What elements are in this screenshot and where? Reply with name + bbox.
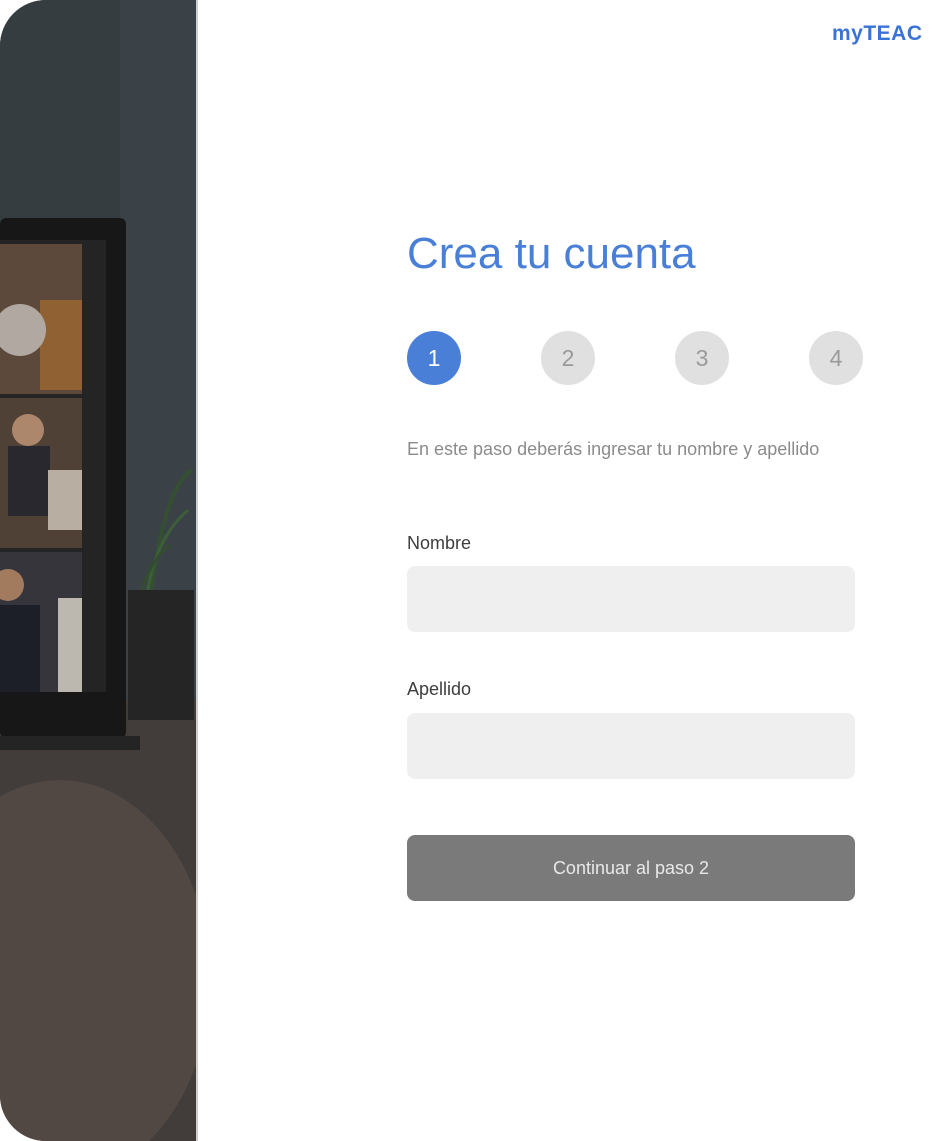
step-3[interactable]: 3 <box>675 331 729 385</box>
page-title: Crea tu cuenta <box>407 229 696 278</box>
hero-image <box>0 0 196 1141</box>
signup-page: myTEAC Crea tu cuenta 1 2 3 4 En este pa… <box>0 0 952 1141</box>
last-name-label: Apellido <box>407 679 472 699</box>
last-name-field[interactable] <box>407 713 855 779</box>
step-description: En este paso deberás ingresar tu nombre … <box>407 439 820 459</box>
hero-divider <box>196 0 198 1141</box>
brand-logo[interactable]: myTEAC <box>832 22 923 46</box>
first-name-label: Nombre <box>407 533 472 553</box>
first-name-field[interactable] <box>407 566 855 632</box>
step-indicator: 1 2 3 4 <box>407 331 863 385</box>
step-1[interactable]: 1 <box>407 331 461 385</box>
continue-button[interactable]: Continuar al paso 2 <box>407 835 855 901</box>
step-2[interactable]: 2 <box>541 331 595 385</box>
step-4[interactable]: 4 <box>809 331 863 385</box>
laptop-video-call-illustration <box>0 0 196 1141</box>
